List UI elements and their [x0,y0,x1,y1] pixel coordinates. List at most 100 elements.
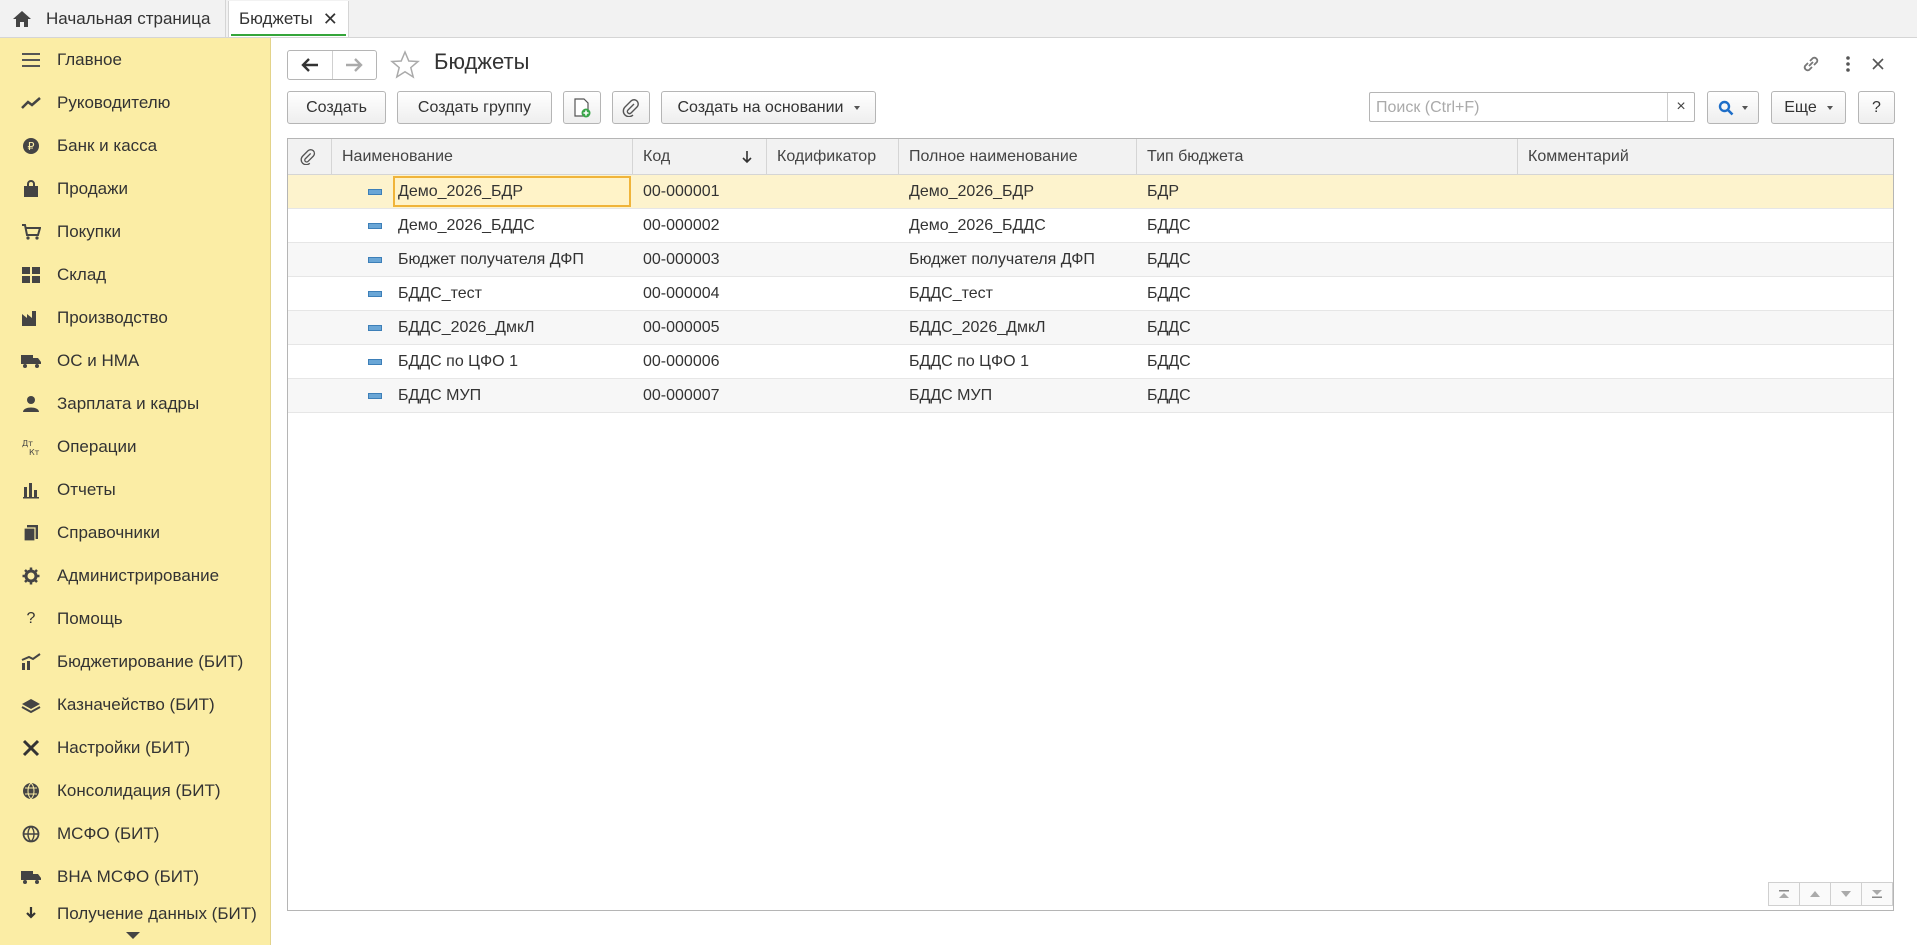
table-row[interactable]: Демо_2026_БДДС 00-000002 Демо_2026_БДДС … [288,209,1893,243]
column-header-comment[interactable]: Комментарий [1518,139,1893,174]
scroll-down-icon[interactable] [126,932,140,939]
cell-full-name: БДДС МУП [909,386,993,404]
table-row[interactable]: БДДС МУП 00-000007 БДДС МУП БДДС [288,379,1893,413]
search-input[interactable] [1374,97,1668,119]
sidebar-item-data-import[interactable]: Получение данных (БИТ) [0,898,270,928]
cell-name: БДДС по ЦФО 1 [398,352,518,370]
scroll-to-bottom-button[interactable] [1861,882,1893,906]
column-header-budget-type[interactable]: Тип бюджета [1137,139,1518,174]
column-header-full-name[interactable]: Полное наименование [899,139,1137,174]
back-button[interactable] [288,51,332,79]
column-header-codifier[interactable]: Кодификатор [767,139,899,174]
catalog-item-icon [368,223,382,229]
globe-network-icon [20,780,42,802]
help-button[interactable]: ? [1858,91,1895,124]
cell-code: 00-000001 [643,182,720,200]
home-tab[interactable]: Начальная страница [0,0,226,38]
sidebar-item-help[interactable]: ? Помощь [0,597,270,640]
create-group-button[interactable]: Создать группу [397,91,552,124]
column-header-name[interactable]: Наименование [332,139,633,174]
copy-button[interactable] [563,91,601,124]
sidebar-item-assets[interactable]: ОС и НМА [0,339,270,382]
shopping-cart-icon [20,221,42,243]
shopping-bag-icon [20,178,42,200]
sidebar-item-sales[interactable]: Продажи [0,167,270,210]
table-row[interactable]: БДДС_2026_ДмкЛ 00-000005 БДДС_2026_ДмкЛ … [288,311,1893,345]
clear-search-button[interactable]: × [1667,93,1694,121]
sidebar-item-production[interactable]: Производство [0,296,270,339]
forward-button[interactable] [331,51,377,79]
sidebar-item-salary[interactable]: Зарплата и кадры [0,382,270,425]
more-button[interactable]: Еще [1771,91,1846,124]
cell-full-name: Демо_2026_БДДС [909,216,1046,234]
close-window-icon[interactable] [1866,52,1890,76]
sidebar-item-label: Администрирование [57,565,220,585]
sidebar-item-reports[interactable]: Отчеты [0,468,270,511]
table-header: Наименование Код Кодификатор Полное наим… [288,139,1893,175]
table-row[interactable]: БДДС_тест 00-000004 БДДС_тест БДДС [288,277,1893,311]
bar-chart-icon [20,479,42,501]
create-button[interactable]: Создать [287,91,386,124]
favorite-star-icon[interactable] [390,50,420,80]
sidebar-item-bank[interactable]: ₽ Банк и касса [0,124,270,167]
scroll-down-button[interactable] [1830,882,1862,906]
create-based-on-button[interactable]: Создать на основании [661,91,876,124]
home-tab-label: Начальная страница [46,9,211,28]
sidebar-item-label: Казначейство (БИТ) [57,694,215,714]
sidebar-item-treasury[interactable]: Казначейство (БИТ) [0,683,270,726]
sort-down-arrow-icon [742,150,752,163]
column-header-code[interactable]: Код [633,139,767,174]
sidebar-item-references[interactable]: Справочники [0,511,270,554]
sidebar-item-warehouse[interactable]: Склад [0,253,270,296]
sidebar-item-ifrs-nca[interactable]: ВНА МСФО (БИТ) [0,855,270,898]
catalog-item-icon [368,325,382,331]
globe-icon [20,823,42,845]
sidebar-item-manager[interactable]: Руководителю [0,81,270,124]
sidebar-item-budgeting[interactable]: Бюджетирование (БИТ) [0,640,270,683]
sidebar-item-purchases[interactable]: Покупки [0,210,270,253]
more-vertical-icon[interactable] [1836,52,1860,76]
tab-budgets[interactable]: Бюджеты ✕ [228,1,349,37]
cell-code: 00-000005 [643,318,720,336]
sidebar-item-label: Консолидация (БИТ) [57,780,221,800]
table-row[interactable]: Демо_2026_БДР 00-000001 Демо_2026_БДР БД… [288,175,1893,209]
attach-button[interactable] [612,91,650,124]
scroll-to-top-button[interactable] [1768,882,1800,906]
sidebar-item-operations[interactable]: Дт Кт Операции [0,425,270,468]
cell-code: 00-000006 [643,352,720,370]
search-box: × [1369,92,1695,122]
document-add-icon [574,97,591,117]
menu-lines-icon [20,49,42,71]
paperclip-icon [300,148,316,165]
attachment-column-header[interactable] [288,139,332,174]
cell-name: Бюджет получателя ДФП [398,250,584,268]
search-button[interactable] [1707,91,1759,124]
sidebar-item-main[interactable]: Главное [0,38,270,81]
sidebar-item-settings-bit[interactable]: Настройки (БИТ) [0,726,270,769]
gear-icon [20,565,42,587]
truck-icon [20,866,42,888]
sidebar-item-label: Продажи [57,178,128,198]
cell-name: БДДС МУП [398,386,482,404]
page-up-icon [1810,891,1820,897]
sidebar-item-admin[interactable]: Администрирование [0,554,270,597]
sidebar-item-label: Зарплата и кадры [57,393,200,413]
page-title: Бюджеты [434,49,530,74]
close-icon[interactable]: ✕ [323,9,338,30]
cell-code: 00-000004 [643,284,720,302]
catalog-item-icon [368,257,382,263]
table-row[interactable]: БДДС по ЦФО 1 00-000006 БДДС по ЦФО 1 БД… [288,345,1893,379]
catalog-item-icon [368,291,382,297]
cell-full-name: Бюджет получателя ДФП [909,250,1095,268]
trend-icon [20,92,42,114]
truck-icon [20,350,42,372]
table-row[interactable]: Бюджет получателя ДФП 00-000003 Бюджет п… [288,243,1893,277]
link-icon[interactable] [1799,52,1823,76]
scroll-up-button[interactable] [1799,882,1831,906]
sidebar-item-ifrs[interactable]: МСФО (БИТ) [0,812,270,855]
search-icon [1718,100,1734,115]
cell-budget-type: БДДС [1147,352,1191,370]
sidebar-item-label: ОС и НМА [57,350,140,370]
main-content: Бюджеты Создать Создать группу Создать н… [271,38,1917,945]
sidebar-item-consolidation[interactable]: Консолидация (БИТ) [0,769,270,812]
